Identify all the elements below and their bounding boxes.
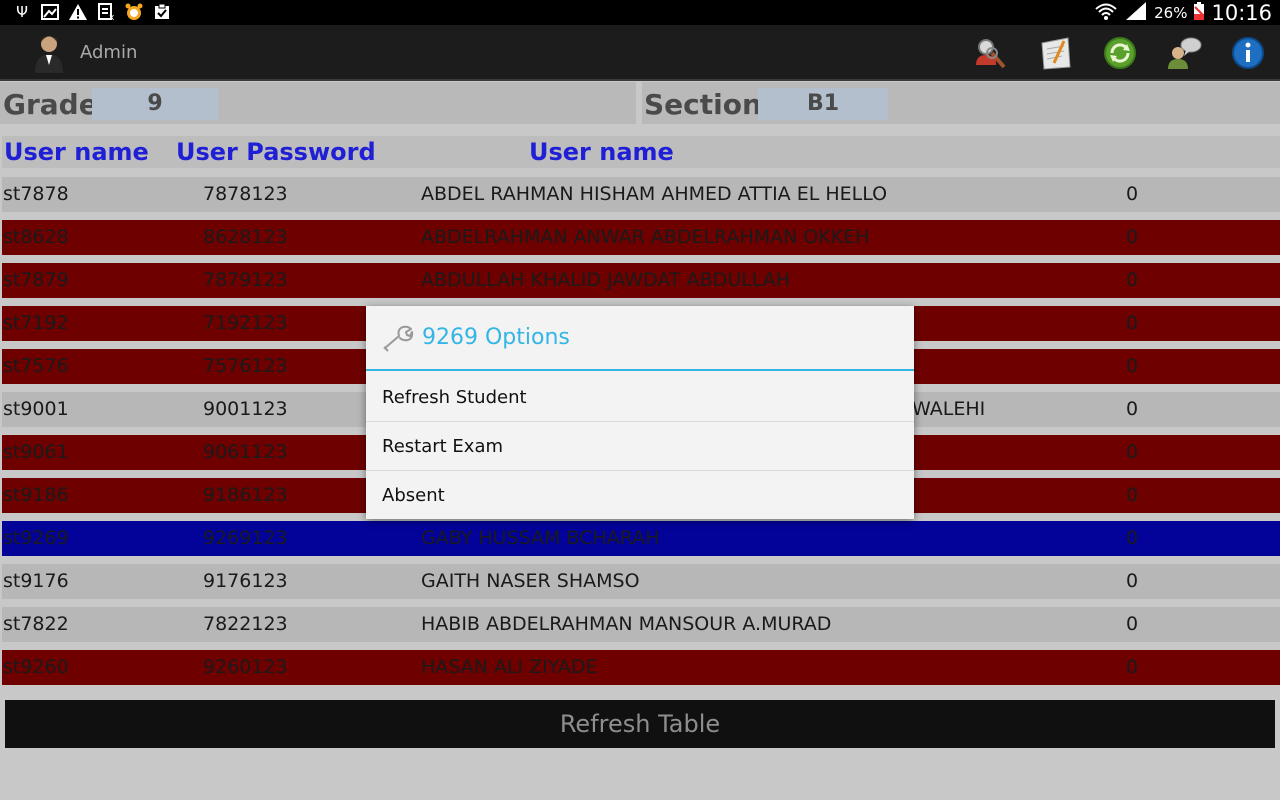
cell-password: 9186123 — [203, 484, 288, 506]
section-filter: Section B1 — [642, 82, 1280, 124]
header-fullname: User name — [529, 138, 674, 166]
cell-value: 0 — [1126, 613, 1139, 635]
cell-username: st9260 — [3, 656, 69, 678]
grade-label: Grade — [3, 88, 98, 121]
cell-username: st8628 — [3, 226, 69, 248]
battery-percent: 26% — [1154, 3, 1188, 22]
refresh-student-option[interactable]: Refresh Student — [366, 373, 914, 422]
cell-username: st9001 — [3, 398, 69, 420]
cell-password: 9269123 — [203, 527, 288, 549]
warning-icon — [68, 3, 88, 21]
cell-username: st7878 — [3, 183, 69, 205]
absent-option[interactable]: Absent — [366, 471, 914, 519]
cell-password: 9061123 — [203, 441, 288, 463]
cell-username: st7192 — [3, 312, 69, 334]
info-icon[interactable] — [1230, 35, 1266, 71]
table-row[interactable]: st7878 7878123 ABDEL RAHMAN HISHAM AHMED… — [2, 177, 1280, 212]
cell-username: st7879 — [3, 269, 69, 291]
chat-icon[interactable] — [1166, 35, 1202, 71]
table-row[interactable]: st7822 7822123 HABIB ABDELRAHMAN MANSOUR… — [2, 607, 1280, 642]
cell-value: 0 — [1126, 484, 1139, 506]
cell-value: 0 — [1126, 226, 1139, 248]
table-header: User name User Password User name — [2, 136, 1280, 168]
cell-value: 0 — [1126, 398, 1139, 420]
cell-username: st7822 — [3, 613, 69, 635]
search-user-icon[interactable] — [972, 35, 1008, 71]
cell-fullname: ABDELRAHMAN ANWAR ABDELRAHMAN OKKEH — [421, 226, 870, 248]
signal-icon — [1124, 1, 1148, 25]
cell-value: 0 — [1126, 355, 1139, 377]
app-title: Admin — [80, 42, 138, 63]
cell-password: 9001123 — [203, 398, 288, 420]
svg-text:x: x — [109, 13, 115, 21]
cell-username: st9176 — [3, 570, 69, 592]
table-row[interactable]: st9176 9176123 GAITH NASER SHAMSO 0 — [2, 564, 1280, 599]
cell-username: st7576 — [3, 355, 69, 377]
cell-fullname: HABIB ABDELRAHMAN MANSOUR A.MURAD — [421, 613, 832, 635]
cell-password: 7822123 — [203, 613, 288, 635]
cell-password: 7192123 — [203, 312, 288, 334]
notepad-icon[interactable] — [1038, 35, 1074, 71]
table-row[interactable]: st9260 9260123 HASAN ALI ZIYADE 0 — [2, 650, 1280, 685]
cell-value: 0 — [1126, 441, 1139, 463]
clipboard-icon — [152, 3, 172, 21]
options-dialog: 9269 Options Refresh Student Restart Exa… — [366, 306, 914, 519]
alarm-icon — [124, 3, 144, 21]
section-label: Section — [644, 88, 762, 121]
battery-icon — [1193, 1, 1205, 25]
cell-password: 7878123 — [203, 183, 288, 205]
status-bar: Ψ x 26% 10:16 — [0, 0, 1280, 25]
cell-fullname: HASAN ALI ZIYADE — [421, 656, 598, 678]
header-password: User Password — [176, 138, 376, 166]
section-field[interactable]: B1 — [758, 88, 888, 120]
cell-fullname: WALEHI — [912, 398, 986, 420]
cell-value: 0 — [1126, 527, 1139, 549]
wrench-icon — [382, 324, 414, 352]
cell-fullname: ABDEL RAHMAN HISHAM AHMED ATTIA EL HELLO — [421, 183, 888, 205]
restart-exam-option[interactable]: Restart Exam — [366, 422, 914, 471]
cell-username: st9061 — [3, 441, 69, 463]
cell-value: 0 — [1126, 312, 1139, 334]
table-row[interactable]: st9269 9269123 GABY HUSSAM BCHARAH 0 — [2, 521, 1280, 556]
cell-value: 0 — [1126, 656, 1139, 678]
cell-fullname: ABDULLAH KHALID JAWDAT ABDULLAH — [421, 269, 791, 291]
cell-password: 9260123 — [203, 656, 288, 678]
grade-filter: Grade 9 — [0, 82, 636, 124]
grade-field[interactable]: 9 — [92, 88, 218, 120]
dialog-title: 9269 Options — [422, 325, 570, 350]
cell-password: 8628123 — [203, 226, 288, 248]
refresh-icon[interactable] — [1102, 35, 1138, 71]
clock: 10:16 — [1211, 0, 1272, 25]
refresh-table-button[interactable]: Refresh Table — [5, 700, 1275, 748]
cell-username: st9269 — [3, 527, 69, 549]
sim-icon: x — [96, 3, 116, 21]
cell-password: 7879123 — [203, 269, 288, 291]
wifi-icon — [1094, 1, 1118, 25]
cell-username: st9186 — [3, 484, 69, 506]
image-icon — [40, 3, 60, 21]
table-row[interactable]: st7879 7879123 ABDULLAH KHALID JAWDAT AB… — [2, 263, 1280, 298]
cell-value: 0 — [1126, 183, 1139, 205]
cell-fullname: GAITH NASER SHAMSO — [421, 570, 640, 592]
avatar[interactable] — [32, 33, 66, 73]
cell-password: 9176123 — [203, 570, 288, 592]
action-bar: Admin — [0, 25, 1280, 81]
cell-password: 7576123 — [203, 355, 288, 377]
cell-value: 0 — [1126, 570, 1139, 592]
usb-icon: Ψ — [16, 3, 28, 21]
table-row[interactable]: st8628 8628123 ABDELRAHMAN ANWAR ABDELRA… — [2, 220, 1280, 255]
cell-fullname: GABY HUSSAM BCHARAH — [421, 527, 660, 549]
cell-value: 0 — [1126, 269, 1139, 291]
dialog-header: 9269 Options — [366, 306, 914, 371]
header-username: User name — [4, 138, 149, 166]
